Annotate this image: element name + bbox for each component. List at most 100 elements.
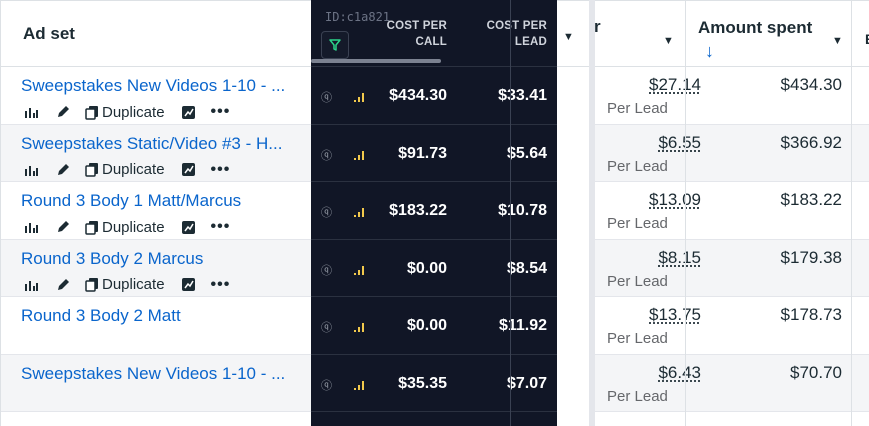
cost-per-result-value[interactable]: $13.75	[649, 305, 701, 325]
chart-icon[interactable]	[21, 277, 41, 293]
edit-pencil-icon[interactable]	[53, 162, 73, 178]
info-icon[interactable]: ⓠ	[321, 262, 332, 278]
signal-bars-icon	[354, 265, 364, 275]
more-options-icon[interactable]: •••	[211, 276, 231, 294]
chart-icon[interactable]	[21, 104, 41, 120]
edge-column-header[interactable]: E	[865, 31, 869, 47]
row-actions: Duplicate •••	[21, 276, 230, 294]
cost-per-result-value[interactable]: $27.14	[649, 75, 701, 95]
overlay-scrollbar[interactable]	[311, 59, 441, 63]
adset-name-link[interactable]: Sweepstakes New Videos 1-10 - ...	[21, 76, 306, 96]
info-icon[interactable]: ⓠ	[321, 89, 332, 105]
caret-down-icon[interactable]: ▼	[663, 35, 674, 47]
cost-per-call-value: $91.73	[398, 144, 447, 162]
cost-per-result-value[interactable]: $6.43	[658, 363, 701, 383]
signal-bars-icon	[354, 150, 364, 160]
table-row: $13.75 Per Lead $178.73	[594, 297, 869, 355]
adset-name-link[interactable]: Round 3 Body 1 Matt/Marcus	[21, 191, 306, 211]
column-resize-handle[interactable]	[589, 0, 595, 426]
table-row: ⓠ $434.30 $33.41	[311, 67, 557, 125]
metrics-overlay: ID:c1a821 COST PER CALL COST PER LEAD ⓠ …	[311, 0, 557, 426]
cost-per-call-value: $434.30	[389, 87, 447, 104]
row-actions: Duplicate •••	[21, 161, 230, 179]
table-row: ⓠ $0.00 $8.54	[311, 240, 557, 297]
duplicate-icon	[85, 105, 98, 120]
right-header: r ▼ ▼ Amount spent ↓ ▼ E	[557, 0, 869, 67]
cost-per-lead-header[interactable]: COST PER LEAD	[467, 18, 547, 50]
table-row: ⓠ $35.35 $7.07	[311, 355, 557, 412]
duplicate-button[interactable]: Duplicate	[85, 219, 165, 236]
info-icon[interactable]: ⓠ	[321, 319, 332, 335]
adset-name-link[interactable]: Sweepstakes New Videos 1-10 - ...	[21, 364, 306, 384]
duplicate-button[interactable]: Duplicate	[85, 161, 165, 178]
amount-spent-value: $178.73	[780, 305, 842, 324]
info-icon[interactable]: ⓠ	[321, 147, 332, 163]
table-row: $27.14 Per Lead $434.30	[594, 67, 869, 125]
more-options-icon[interactable]: •••	[211, 161, 231, 179]
filter-button[interactable]	[321, 31, 349, 59]
right-columns: r ▼ ▼ Amount spent ↓ ▼ E $27.14 Per Lead…	[557, 0, 869, 426]
adset-header-label: Ad set	[23, 23, 75, 43]
table-row: Round 3 Body 2 Marcus Duplicate •••	[1, 239, 311, 297]
table-row: Sweepstakes New Videos 1-10 - ...	[1, 354, 311, 412]
per-lead-label: Per Lead	[607, 272, 668, 290]
adset-name-link[interactable]: Round 3 Body 2 Matt	[21, 306, 306, 326]
table-row: ⓠ $91.73 $5.64	[311, 125, 557, 182]
chart-icon[interactable]	[21, 162, 41, 178]
info-icon[interactable]: ⓠ	[321, 377, 332, 393]
trend-icon[interactable]	[179, 104, 199, 120]
amount-spent-value: $70.70	[790, 362, 842, 382]
duplicate-label: Duplicate	[102, 218, 165, 236]
cost-per-result-value[interactable]: $8.15	[658, 248, 701, 268]
duplicate-icon	[85, 163, 98, 177]
table-row: Round 3 Body 1 Matt/Marcus Duplicate •••	[1, 182, 311, 240]
cost-per-lead-value: $7.07	[506, 374, 547, 392]
overlay-divider	[510, 0, 511, 426]
cost-per-lead-value: $10.78	[498, 202, 547, 219]
row-actions: Duplicate •••	[21, 103, 230, 121]
table-row: $8.15 Per Lead $179.38	[594, 239, 869, 297]
table-row: $6.43 Per Lead $70.70	[594, 354, 869, 412]
column-divider	[685, 0, 686, 426]
cost-per-call-value: $35.35	[398, 374, 447, 392]
adset-header[interactable]: Ad set	[1, 0, 311, 67]
edit-pencil-icon[interactable]	[53, 277, 73, 293]
sort-desc-icon[interactable]: ↓	[705, 41, 714, 62]
overlay-header: ID:c1a821 COST PER CALL COST PER LEAD	[311, 0, 557, 67]
trend-icon[interactable]	[179, 162, 199, 178]
table-row: Round 3 Body 2 Matt	[1, 297, 311, 355]
adset-name-link[interactable]: Sweepstakes Static/Video #3 - H...	[21, 134, 306, 154]
column-divider	[851, 0, 852, 426]
table-row: $6.55 Per Lead $366.92	[594, 124, 869, 182]
trend-icon[interactable]	[179, 277, 199, 293]
adset-rows: Sweepstakes New Videos 1-10 - ... Duplic…	[1, 67, 311, 412]
cost-per-call-header[interactable]: COST PER CALL	[367, 18, 447, 50]
more-options-icon[interactable]: •••	[211, 103, 231, 121]
edit-pencil-icon[interactable]	[53, 219, 73, 235]
adset-name-link[interactable]: Round 3 Body 2 Marcus	[21, 249, 306, 269]
duplicate-button[interactable]: Duplicate	[85, 276, 165, 293]
more-options-icon[interactable]: •••	[211, 218, 231, 236]
trend-icon[interactable]	[179, 219, 199, 235]
caret-down-icon[interactable]: ▼	[832, 35, 843, 47]
table-row: $13.09 Per Lead $183.22	[594, 182, 869, 240]
duplicate-button[interactable]: Duplicate	[85, 104, 165, 121]
edit-pencil-icon[interactable]	[53, 104, 73, 120]
cost-per-lead-value: $5.64	[506, 144, 547, 162]
table-row: Sweepstakes Static/Video #3 - H... Dupli…	[1, 124, 311, 182]
cost-per-result-value[interactable]: $13.09	[649, 190, 701, 210]
amount-spent-header[interactable]: Amount spent	[698, 18, 812, 38]
cost-per-result-value[interactable]: $6.55	[658, 133, 701, 153]
caret-down-icon[interactable]: ▼	[563, 31, 574, 43]
cost-per-call-value: $183.22	[389, 202, 447, 219]
info-icon[interactable]: ⓠ	[321, 204, 332, 220]
row-actions: Duplicate •••	[21, 218, 230, 236]
overlay-rows: ⓠ $434.30 $33.41 ⓠ $91.73 $5.64 ⓠ $183.2…	[311, 67, 557, 412]
per-lead-label: Per Lead	[607, 387, 668, 405]
duplicate-label: Duplicate	[102, 103, 165, 121]
chart-icon[interactable]	[21, 219, 41, 235]
per-lead-label: Per Lead	[607, 100, 668, 117]
amount-spent-value: $434.30	[780, 75, 842, 94]
duplicate-icon	[85, 278, 98, 292]
per-lead-label: Per Lead	[607, 215, 668, 232]
